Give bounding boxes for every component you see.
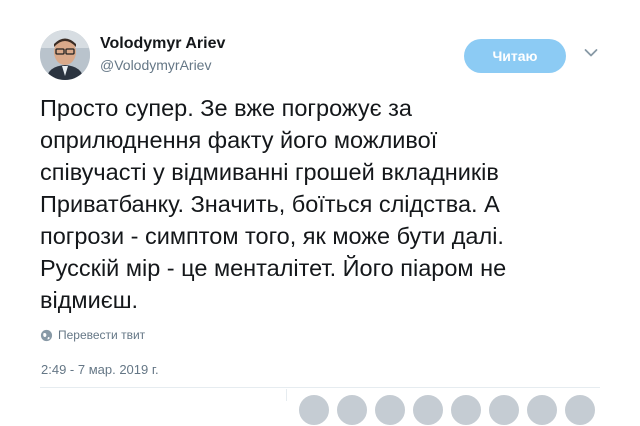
author-name[interactable]: Volodymyr Ariev xyxy=(100,35,225,53)
liker-avatar[interactable] xyxy=(564,394,596,426)
stats-divider xyxy=(286,389,287,401)
liker-avatar[interactable] xyxy=(450,394,482,426)
divider xyxy=(40,387,600,388)
tweet-card: Volodymyr Ariev @VolodymyrAriev Читаю Пр… xyxy=(0,0,640,426)
liker-avatar[interactable] xyxy=(374,394,406,426)
tweet-timestamp[interactable]: 2:49 - 7 мар. 2019 г. xyxy=(41,362,159,377)
chevron-down-icon[interactable] xyxy=(584,48,598,58)
globe-icon xyxy=(40,329,53,341)
liker-avatar[interactable] xyxy=(412,394,444,426)
author-handle[interactable]: @VolodymyrAriev xyxy=(100,57,211,73)
avatar[interactable] xyxy=(40,30,90,80)
following-button[interactable]: Читаю xyxy=(464,39,566,73)
translate-link[interactable]: Перевести твит xyxy=(40,327,145,343)
liker-avatar[interactable] xyxy=(336,394,368,426)
liker-avatar[interactable] xyxy=(488,394,520,426)
translate-label[interactable]: Перевести твит xyxy=(58,328,145,342)
liker-avatar[interactable] xyxy=(298,394,330,426)
profile-photo xyxy=(40,30,90,80)
liker-avatars xyxy=(298,394,596,426)
tweet-text: Просто супер. Зе вже погрожує за оприлюд… xyxy=(40,95,507,313)
liker-avatar[interactable] xyxy=(526,394,558,426)
